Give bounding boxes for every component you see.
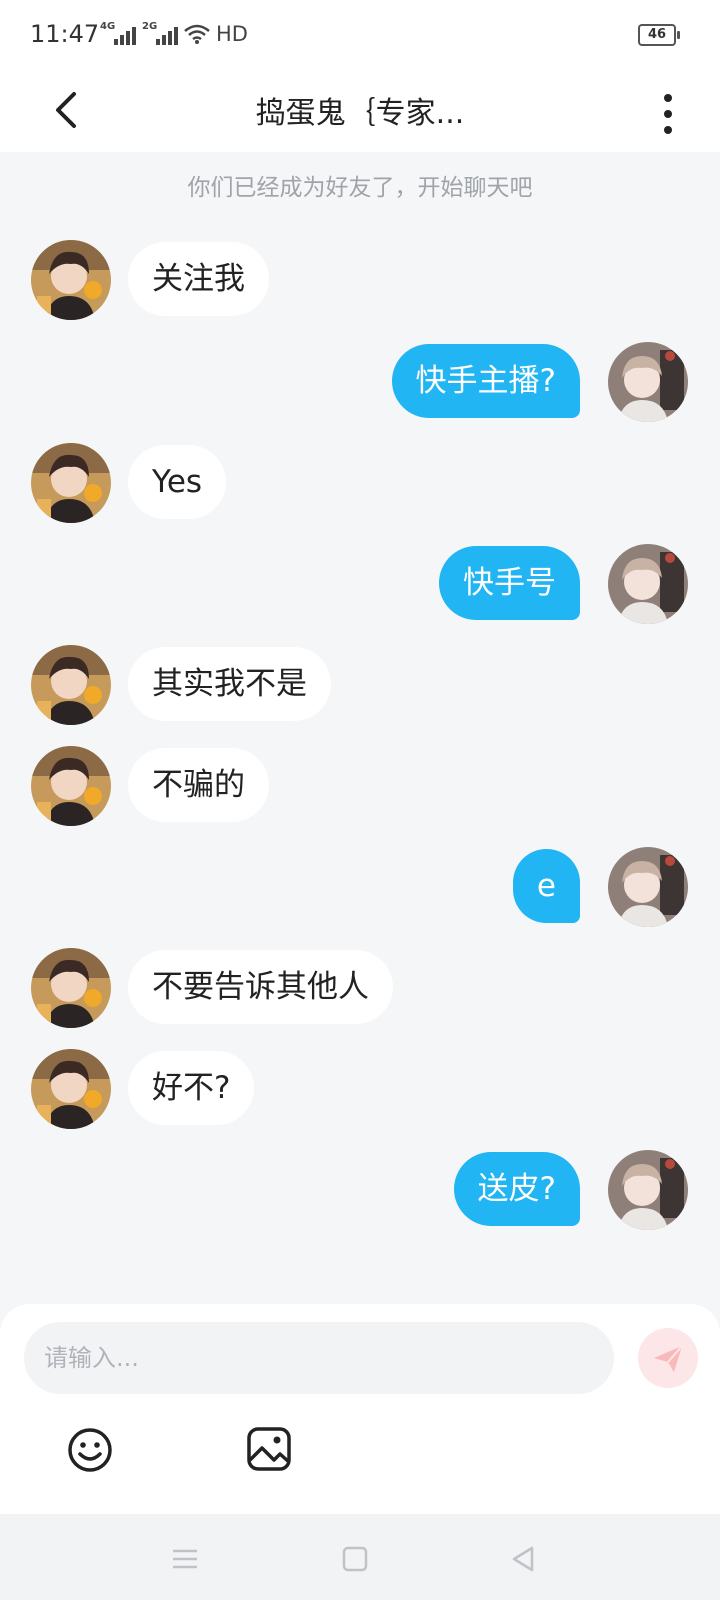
message-row: 关注我 <box>0 240 720 320</box>
network-type-label-2: 2G <box>142 21 158 32</box>
contact-avatar[interactable] <box>31 948 111 1028</box>
my-avatar[interactable] <box>608 544 688 624</box>
received-message-bubble[interactable]: Yes <box>128 445 227 519</box>
sent-message-bubble[interactable]: 快手号 <box>439 546 580 620</box>
contact-avatar[interactable] <box>31 1049 111 1129</box>
chat-title: 捣蛋鬼｛专家... <box>255 96 465 131</box>
send-icon <box>654 1345 683 1372</box>
system-nav-bar <box>0 1514 720 1600</box>
message-row: 其实我不是 <box>0 645 720 725</box>
hd-label: HD <box>216 22 248 46</box>
image-icon[interactable] <box>246 1426 292 1472</box>
message-row: e <box>0 847 720 927</box>
received-message-bubble[interactable]: 不骗的 <box>128 748 269 822</box>
my-avatar[interactable] <box>608 1150 688 1230</box>
battery-icon: 46 <box>638 24 680 46</box>
more-vertical-icon[interactable] <box>656 84 680 140</box>
sent-message-bubble[interactable]: e <box>512 849 580 923</box>
status-icons: 4G 2G HD <box>100 21 248 46</box>
message-row: 送皮? <box>0 1150 720 1230</box>
received-message-bubble[interactable]: 其实我不是 <box>128 647 331 721</box>
my-avatar[interactable] <box>608 342 688 422</box>
received-message-bubble[interactable]: 关注我 <box>128 242 269 316</box>
contact-avatar[interactable] <box>31 645 111 725</box>
system-message: 你们已经成为好友了，开始聊天吧 <box>187 175 533 201</box>
status-bar: 11:47 4G 2G HD 46 <box>0 0 720 72</box>
menu-icon[interactable] <box>170 1544 200 1574</box>
signal-icon: 4G <box>100 21 136 45</box>
sent-message-bubble[interactable]: 送皮? <box>453 1152 580 1226</box>
message-input[interactable] <box>24 1322 604 1394</box>
message-input-wrapper <box>24 1322 614 1394</box>
contact-avatar[interactable] <box>31 746 111 826</box>
received-message-bubble[interactable]: 好不? <box>128 1051 255 1125</box>
message-row: 快手主播? <box>0 342 720 422</box>
message-row: 不骗的 <box>0 746 720 826</box>
chat-header: 捣蛋鬼｛专家... <box>0 72 720 152</box>
contact-avatar[interactable] <box>31 240 111 320</box>
send-button[interactable] <box>638 1328 698 1388</box>
network-type-label: 4G <box>100 21 116 32</box>
home-icon[interactable] <box>340 1544 370 1574</box>
message-row: 快手号 <box>0 544 720 624</box>
back-nav-icon[interactable] <box>508 1544 538 1574</box>
message-row: 好不? <box>0 1049 720 1129</box>
message-row: Yes <box>0 443 720 523</box>
emoji-icon[interactable] <box>66 1426 114 1474</box>
status-time: 11:47 <box>30 20 100 48</box>
message-row: 不要告诉其他人 <box>0 948 720 1028</box>
received-message-bubble[interactable]: 不要告诉其他人 <box>128 950 393 1024</box>
sent-message-bubble[interactable]: 快手主播? <box>391 344 580 418</box>
back-arrow-icon[interactable] <box>48 86 88 134</box>
contact-avatar[interactable] <box>31 443 111 523</box>
input-panel <box>0 1304 720 1514</box>
my-avatar[interactable] <box>608 847 688 927</box>
wifi-icon <box>184 24 210 44</box>
signal-icon-2: 2G <box>142 21 178 45</box>
